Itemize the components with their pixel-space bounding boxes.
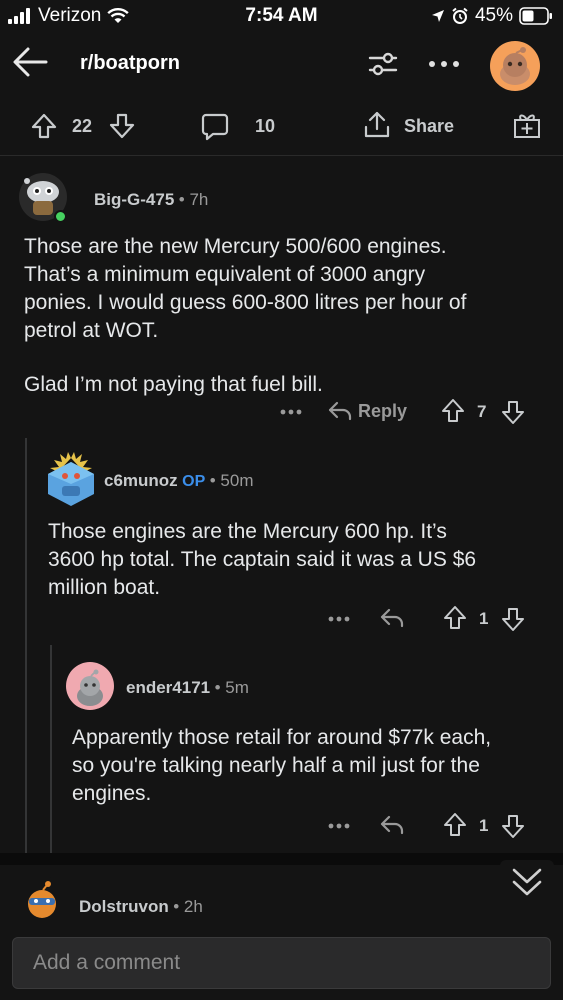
meta-separator: •	[214, 678, 226, 697]
post-score: 22	[72, 116, 93, 136]
comment-composer	[12, 937, 551, 989]
comment-score: 1	[479, 609, 489, 628]
comment-body-line: Those engines are the Mercury 600 hp. It…	[48, 520, 447, 543]
comment-score: 1	[479, 816, 489, 835]
comment-score: 7	[477, 402, 487, 421]
snoo-avatar-icon	[500, 47, 530, 85]
status-right-group: 45%	[431, 5, 553, 27]
upvote-arrow-icon[interactable]	[442, 605, 468, 631]
thread-line	[25, 438, 27, 853]
online-status-dot	[54, 210, 67, 223]
comment-body-line: petrol at WOT.	[24, 319, 159, 342]
meta-separator: •	[209, 471, 221, 490]
comment-username[interactable]: Big-G-475	[94, 190, 174, 209]
alarm-icon	[452, 7, 468, 24]
comment-header: Big-G-475 • 7h	[94, 190, 208, 210]
double-chevron-down-icon	[512, 868, 542, 896]
reply-arrow-icon[interactable]	[380, 814, 404, 836]
post-action-bar: 22 10 Share	[0, 96, 563, 156]
comment-age: 50m	[220, 471, 254, 490]
comment-body-line: That’s a minimum equivalent of 3000 angr…	[24, 263, 426, 286]
downvote-arrow-icon[interactable]	[500, 606, 526, 632]
commenter-avatar[interactable]	[42, 452, 100, 508]
commenter-avatar[interactable]	[18, 876, 66, 924]
comment-actions: Reply 7	[0, 396, 563, 426]
meta-separator: •	[173, 897, 184, 916]
comment-actions: 1	[0, 810, 563, 840]
comment-header: Dolstruvon • 2h	[79, 897, 203, 917]
comment-body-line: 3600 hp total. The captain said it was a…	[48, 548, 477, 571]
upvote-arrow-icon[interactable]	[442, 812, 468, 838]
comment-body-line: so you're talking nearly half a mil just…	[72, 754, 480, 777]
more-options-icon[interactable]	[428, 60, 460, 68]
more-options-icon[interactable]	[328, 823, 350, 829]
op-badge: OP	[182, 473, 206, 490]
comment-header: c6munoz OP • 50m	[104, 471, 253, 491]
next-comment-button[interactable]	[500, 860, 554, 906]
comment-body-line: engines.	[72, 782, 152, 805]
reply-arrow-icon[interactable]	[380, 607, 404, 629]
section-divider	[0, 853, 563, 865]
more-options-icon[interactable]	[328, 616, 350, 622]
upvote-arrow-icon[interactable]	[440, 398, 466, 424]
app-header: r/boatporn	[0, 32, 563, 96]
comment-actions: 1	[0, 603, 563, 633]
comment-body-line: ponies. I would guess 600-800 litres per…	[24, 291, 467, 314]
comment-age: 5m	[225, 678, 249, 697]
back-arrow-icon[interactable]	[12, 46, 48, 78]
meta-separator: •	[178, 190, 190, 209]
reply-arrow-icon[interactable]	[328, 400, 352, 422]
comment-username[interactable]: Dolstruvon	[79, 897, 169, 916]
comment-body-line: Glad I’m not paying that fuel bill.	[24, 373, 323, 396]
battery-icon	[519, 7, 552, 25]
share-label[interactable]: Share	[404, 116, 454, 137]
commenter-avatar[interactable]	[18, 172, 68, 223]
comment-age: 2h	[183, 897, 203, 916]
snoo-avatar-icon	[77, 669, 103, 706]
snoo-avatar-icon	[48, 452, 94, 506]
comment-bubble-icon[interactable]	[200, 112, 230, 142]
status-bar: Verizon 7:54 AM 45%	[0, 0, 563, 32]
more-options-icon[interactable]	[280, 409, 302, 415]
commenter-avatar[interactable]	[66, 662, 114, 710]
downvote-arrow-icon[interactable]	[500, 399, 526, 425]
comment-body: Those are the new Mercury 500/600 engine…	[24, 233, 554, 399]
sort-filter-icon[interactable]	[368, 50, 398, 78]
comment-age: 7h	[189, 190, 209, 209]
award-gift-icon[interactable]	[512, 110, 542, 140]
comment-username[interactable]: c6munoz	[104, 471, 178, 490]
reply-button[interactable]: Reply	[358, 401, 407, 422]
downvote-arrow-icon[interactable]	[500, 813, 526, 839]
comment-body: Those engines are the Mercury 600 hp. It…	[48, 518, 558, 602]
battery-percent: 45%	[474, 5, 513, 26]
user-avatar[interactable]	[490, 41, 540, 91]
comment-header: ender4171 • 5m	[126, 678, 249, 698]
location-arrow-icon	[431, 10, 444, 22]
upvote-arrow-icon[interactable]	[30, 112, 58, 140]
snoo-avatar-icon	[28, 881, 56, 918]
share-icon[interactable]	[362, 110, 392, 140]
comment-body-line: Those are the new Mercury 500/600 engine…	[24, 235, 447, 258]
subreddit-title[interactable]: r/boatporn	[80, 52, 180, 75]
comment-body: Apparently those retail for around $77k …	[72, 724, 560, 808]
downvote-arrow-icon[interactable]	[108, 112, 136, 140]
comment-username[interactable]: ender4171	[126, 678, 210, 697]
add-comment-input[interactable]	[13, 938, 550, 988]
comment-body-line: million boat.	[48, 576, 161, 599]
comment-body-line: Apparently those retail for around $77k …	[72, 726, 492, 749]
comment-count: 10	[255, 116, 276, 136]
